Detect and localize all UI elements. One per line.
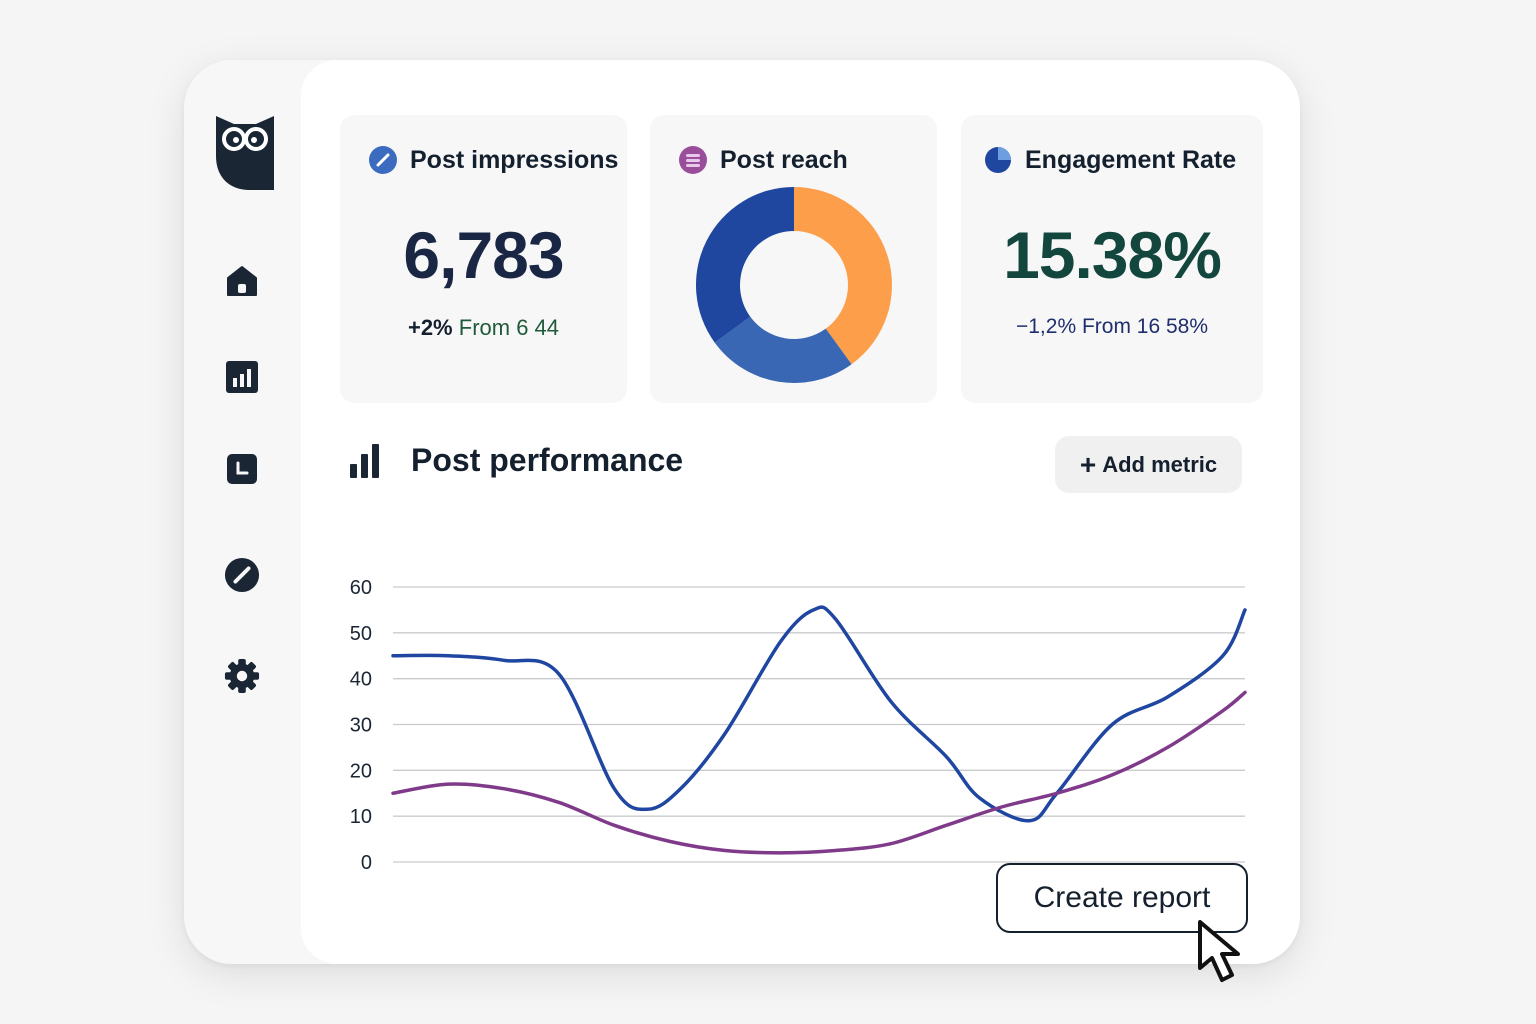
add-metric-button[interactable]: + Add metric <box>1055 436 1242 493</box>
app-window: Post impressions 6,783 +2% From 6 44 Pos… <box>184 60 1300 964</box>
performance-line-chart: 01020304050601tFebFeb11hFebFebFeb16 h <box>350 577 1247 870</box>
performance-title: Post performance <box>411 442 684 478</box>
pencil-circle-icon <box>368 145 398 175</box>
performance-header: Post performance <box>349 442 683 479</box>
clock-icon <box>227 454 257 484</box>
home-icon <box>227 266 257 296</box>
series-line-0 <box>391 605 1247 823</box>
reach-card: Post reach <box>650 115 937 403</box>
plus-icon: + <box>1079 448 1097 480</box>
impressions-change-percent: +2% <box>407 315 453 340</box>
sidebar-item-home[interactable] <box>224 263 260 299</box>
pencil-icon <box>224 557 260 593</box>
y-tick-label: 50 <box>350 623 372 645</box>
impressions-value: 6,783 <box>403 218 564 292</box>
create-report-label: Create report <box>1033 881 1211 914</box>
impressions-card: Post impressions 6,783 +2% From 6 44 <box>340 115 627 403</box>
sidebar-item-compose[interactable] <box>224 557 260 593</box>
engagement-card: Engagement Rate 15.38% −1,2% From 16 58% <box>961 115 1263 403</box>
y-tick-label: 20 <box>350 760 372 782</box>
sidebar-item-schedule[interactable] <box>224 451 260 487</box>
impressions-card-title: Post impressions <box>368 145 618 175</box>
series-line-1 <box>391 690 1247 855</box>
y-tick-label: 10 <box>350 806 372 828</box>
owl-logo-icon[interactable] <box>214 116 276 190</box>
gear-icon <box>224 658 260 694</box>
impressions-change: +2% From 6 44 <box>340 315 627 341</box>
engagement-value: 15.38% <box>1003 218 1222 292</box>
engagement-card-title: Engagement Rate <box>983 145 1236 175</box>
y-tick-label: 60 <box>350 577 372 599</box>
pie-chart-icon <box>983 145 1013 175</box>
impressions-title-text: Post impressions <box>410 145 619 174</box>
reach-donut-chart <box>696 187 892 383</box>
add-metric-label: Add metric <box>1102 451 1218 477</box>
stack-circle-icon <box>678 145 708 175</box>
reach-title-text: Post reach <box>720 145 848 174</box>
y-tick-label: 40 <box>350 669 372 691</box>
main-panel: Post impressions 6,783 +2% From 6 44 Pos… <box>301 60 1300 964</box>
bar-chart-icon <box>350 443 379 478</box>
sidebar-item-analytics[interactable] <box>224 359 260 395</box>
engagement-change: −1,2% From 16 58% <box>1015 315 1208 338</box>
y-tick-label: 30 <box>350 715 372 737</box>
y-tick-label: 0 <box>361 852 372 870</box>
reach-card-title: Post reach <box>678 145 848 175</box>
bar-chart-icon <box>226 361 258 393</box>
sidebar <box>184 60 301 964</box>
impressions-change-from: From 6 44 <box>458 315 560 340</box>
donut-slice-2 <box>696 187 794 343</box>
engagement-title-text: Engagement Rate <box>1025 145 1237 174</box>
mouse-cursor-icon <box>1198 920 1240 982</box>
sidebar-item-settings[interactable] <box>224 658 260 694</box>
